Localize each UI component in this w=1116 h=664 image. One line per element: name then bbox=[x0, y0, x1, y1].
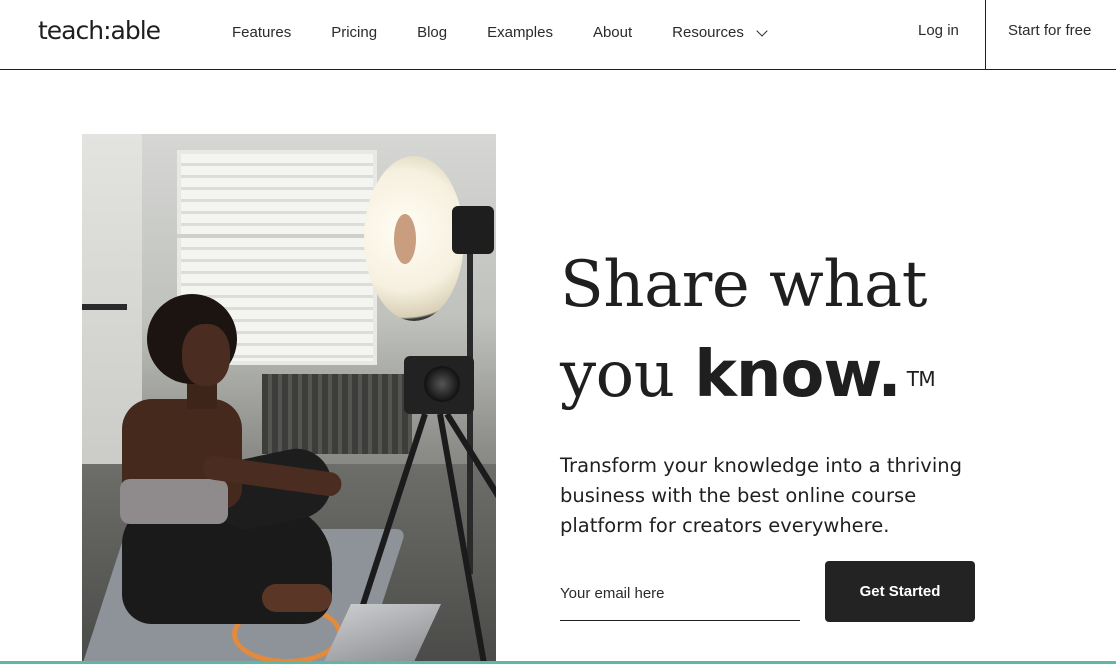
photo-camera-lens bbox=[424, 366, 460, 402]
email-input[interactable] bbox=[560, 571, 800, 621]
nav-about[interactable]: About bbox=[593, 24, 632, 41]
headline-line1: Share what bbox=[560, 248, 927, 322]
photo-person-face bbox=[182, 324, 230, 386]
photo-person-foot bbox=[262, 584, 332, 612]
hero-photo bbox=[82, 134, 496, 664]
photo-person-top bbox=[120, 479, 228, 524]
nav-blog[interactable]: Blog bbox=[417, 24, 447, 41]
photo-ring-light-center bbox=[394, 214, 416, 264]
nav-resources-label: Resources bbox=[672, 24, 744, 41]
nav-examples[interactable]: Examples bbox=[487, 24, 553, 41]
photo-window-bar bbox=[177, 234, 377, 238]
login-link[interactable]: Log in bbox=[918, 22, 959, 39]
headline-line2-a: you bbox=[560, 338, 695, 412]
headline-line2-b: know. bbox=[694, 338, 901, 412]
photo-shelf bbox=[82, 304, 127, 310]
hero-headline: Share what you know. TM bbox=[560, 240, 980, 420]
site-header: teach:able Features Pricing Blog Example… bbox=[0, 0, 1116, 70]
nav-resources[interactable]: Resources bbox=[672, 24, 768, 41]
photo-radiator bbox=[262, 374, 412, 454]
photo-light-head bbox=[452, 206, 494, 254]
nav-pricing[interactable]: Pricing bbox=[331, 24, 377, 41]
main-nav: Features Pricing Blog Examples About Res… bbox=[232, 24, 806, 41]
header-divider bbox=[985, 0, 986, 70]
photo-light-stand bbox=[467, 254, 473, 574]
teachable-logo[interactable]: teach:able bbox=[38, 16, 161, 45]
hero-subtext: Transform your knowledge into a thriving… bbox=[560, 454, 962, 537]
trademark-mark: TM bbox=[906, 367, 936, 391]
start-for-free-link[interactable]: Start for free bbox=[1008, 22, 1091, 39]
get-started-button[interactable]: Get Started bbox=[825, 561, 975, 622]
chevron-down-icon bbox=[756, 24, 768, 37]
nav-features[interactable]: Features bbox=[232, 24, 291, 41]
